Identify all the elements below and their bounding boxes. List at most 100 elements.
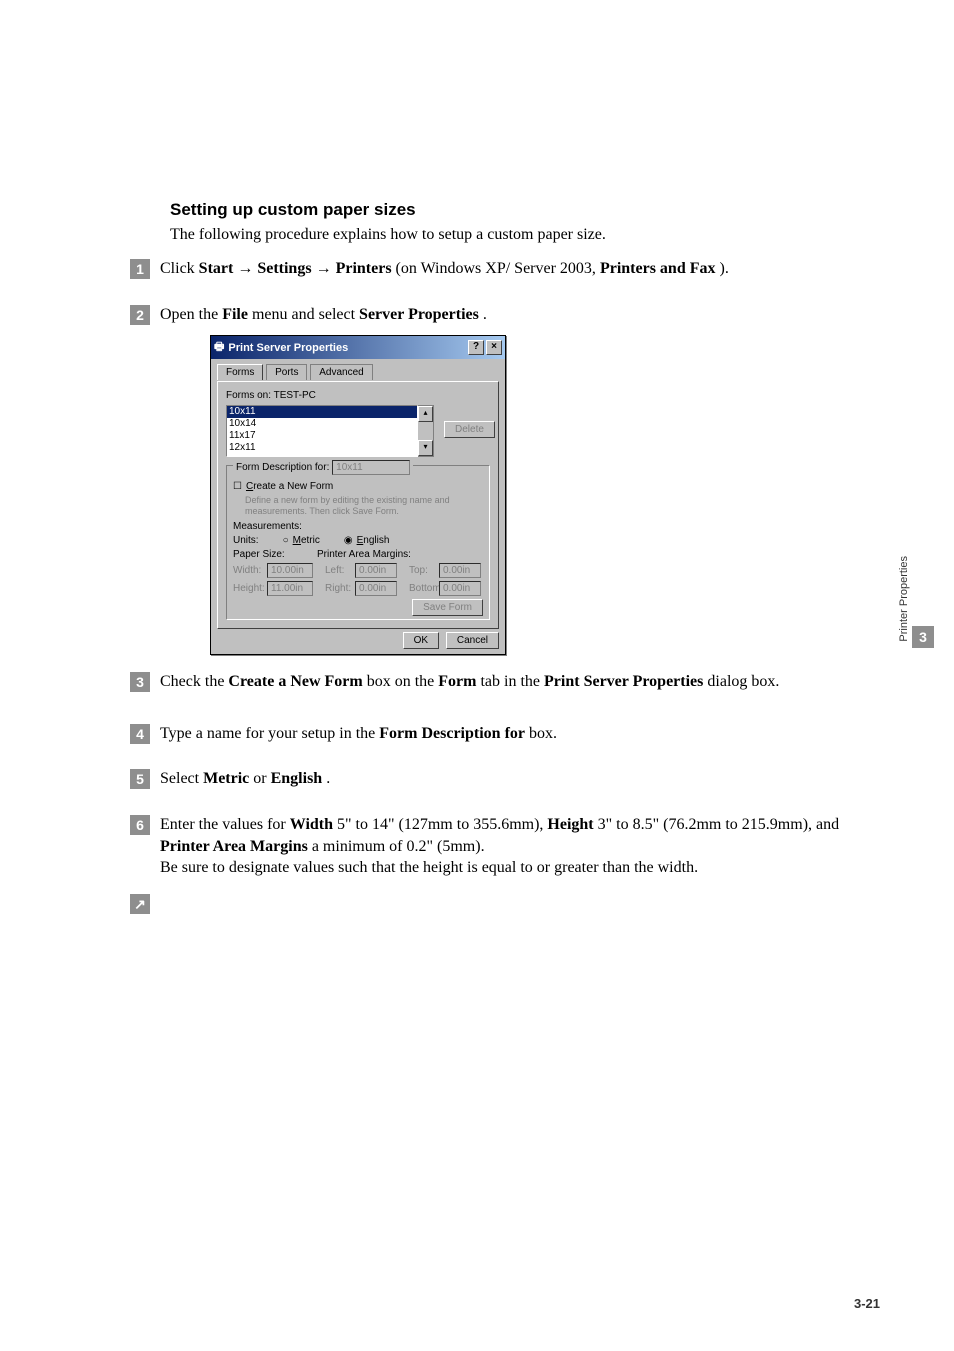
top-label: Top: bbox=[409, 565, 435, 576]
bold: Create a New Form bbox=[228, 673, 362, 690]
checkbox-create-new-form[interactable]: ☐ bbox=[233, 481, 242, 492]
text: ). bbox=[719, 260, 728, 277]
radio-english[interactable]: ◉ bbox=[344, 535, 353, 546]
bold: Print Server Properties bbox=[544, 673, 703, 690]
step-number: 1 bbox=[130, 259, 150, 279]
text: Click bbox=[160, 260, 199, 277]
left-field[interactable]: 0.00in bbox=[355, 563, 397, 578]
titlebar: 🖶 Print Server Properties ? × bbox=[211, 336, 505, 359]
help-button[interactable]: ? bbox=[468, 340, 484, 355]
close-button[interactable]: × bbox=[486, 340, 502, 355]
scroll-down-icon[interactable]: ▾ bbox=[418, 440, 433, 456]
right-field[interactable]: 0.00in bbox=[355, 581, 397, 596]
right-label: Right: bbox=[325, 583, 351, 594]
text: tab in the bbox=[480, 673, 544, 690]
text: Open the bbox=[160, 306, 222, 323]
create-new-form-label: Create a New Form bbox=[246, 481, 333, 492]
chapter-label: Printer Properties bbox=[896, 556, 912, 648]
arrow-icon: → bbox=[237, 260, 253, 277]
step-number: 5 bbox=[130, 769, 150, 789]
bottom-label: Bottom: bbox=[409, 583, 435, 594]
bold: Form Description for bbox=[379, 725, 525, 742]
top-field[interactable]: 0.00in bbox=[439, 563, 481, 578]
step-4: 4 Type a name for your setup in the Form… bbox=[130, 723, 880, 745]
step-number: 2 bbox=[130, 305, 150, 325]
bold: File bbox=[222, 306, 248, 323]
step-2: 2 Open the File menu and select Server P… bbox=[130, 304, 880, 326]
continue-icon: ↗ bbox=[130, 894, 150, 914]
text: box. bbox=[529, 725, 557, 742]
bold: Printers and Fax bbox=[600, 260, 716, 277]
text: . bbox=[483, 306, 487, 323]
step-5: 5 Select Metric or English . bbox=[130, 768, 880, 790]
text: 3" to 8.5" (76.2mm to 215.9mm), and bbox=[598, 816, 840, 833]
text: box on the bbox=[367, 673, 439, 690]
text: (on Windows XP/ Server 2003, bbox=[396, 260, 600, 277]
text: 5" to 14" (127mm to 355.6mm), bbox=[337, 816, 547, 833]
text: Type a name for your setup in the bbox=[160, 725, 379, 742]
bold: Server Properties bbox=[359, 306, 479, 323]
printer-margins-label: Printer Area Margins: bbox=[317, 549, 411, 560]
height-field[interactable]: 11.00in bbox=[267, 581, 313, 596]
text: Check the bbox=[160, 673, 228, 690]
print-server-properties-dialog: 🖶 Print Server Properties ? × Forms Port… bbox=[210, 335, 506, 655]
page-number: 3-21 bbox=[854, 1296, 880, 1311]
step-continue: ↗ bbox=[130, 893, 880, 914]
hint-text: Define a new form by editing the existin… bbox=[245, 495, 483, 517]
bold: Form bbox=[438, 673, 476, 690]
width-field[interactable]: 10.00in bbox=[267, 563, 313, 578]
section-intro: The following procedure explains how to … bbox=[170, 226, 880, 244]
step-number: 4 bbox=[130, 724, 150, 744]
save-form-button[interactable]: Save Form bbox=[412, 599, 483, 616]
width-label: Width: bbox=[233, 565, 263, 576]
bold: Width bbox=[290, 816, 333, 833]
form-description-field[interactable]: 10x11 bbox=[332, 460, 410, 475]
form-description-label: Form Description for: bbox=[236, 462, 329, 473]
step-6: 6 Enter the values for Width 5" to 14" (… bbox=[130, 814, 880, 879]
form-description-group: Form Description for: 10x11 ☐ Create a N… bbox=[226, 465, 490, 620]
text: . bbox=[326, 770, 330, 787]
section-heading: Setting up custom paper sizes bbox=[170, 200, 880, 220]
radio-metric[interactable]: ○ bbox=[283, 535, 289, 546]
cancel-button[interactable]: Cancel bbox=[446, 632, 499, 649]
tab-forms[interactable]: Forms bbox=[217, 364, 263, 380]
chapter-number: 3 bbox=[912, 626, 934, 648]
english-label: English bbox=[357, 535, 390, 546]
bold: Start bbox=[199, 260, 234, 277]
bold: Height bbox=[547, 816, 593, 833]
list-item[interactable]: 12x11 bbox=[227, 442, 417, 454]
bold: Settings bbox=[257, 260, 311, 277]
dialog-title: Print Server Properties bbox=[228, 342, 348, 354]
tab-ports[interactable]: Ports bbox=[266, 364, 307, 380]
bottom-field[interactable]: 0.00in bbox=[439, 581, 481, 596]
scroll-up-icon[interactable]: ▴ bbox=[418, 406, 433, 422]
text: dialog box. bbox=[707, 673, 779, 690]
text: Select bbox=[160, 770, 203, 787]
printer-icon: 🖶 bbox=[214, 338, 224, 357]
step-number: 3 bbox=[130, 672, 150, 692]
list-item[interactable]: 10x11 bbox=[227, 406, 417, 418]
forms-on-label: Forms on: TEST-PC bbox=[226, 390, 490, 401]
text: Enter the values for bbox=[160, 816, 290, 833]
ok-button[interactable]: OK bbox=[403, 632, 439, 649]
text: menu and select bbox=[252, 306, 359, 323]
measurements-label: Measurements: bbox=[233, 521, 483, 532]
step-1: 1 Click Start → Settings → Printers (on … bbox=[130, 258, 880, 280]
tab-panel-forms: Forms on: TEST-PC 10x11 10x14 11x17 12x1… bbox=[217, 381, 499, 629]
bold: Printer Area Margins bbox=[160, 838, 308, 855]
tab-advanced[interactable]: Advanced bbox=[310, 364, 372, 380]
arrow-icon: → bbox=[316, 260, 332, 277]
list-item[interactable]: 11x17 bbox=[227, 430, 417, 442]
text: a minimum of 0.2" (5mm). bbox=[312, 838, 485, 855]
text: Be sure to designate values such that th… bbox=[160, 859, 698, 876]
bold: Metric bbox=[203, 770, 249, 787]
bold: Printers bbox=[336, 260, 392, 277]
delete-button[interactable]: Delete bbox=[444, 421, 495, 438]
chapter-tab: Printer Properties 3 bbox=[896, 556, 934, 648]
bold: English bbox=[271, 770, 323, 787]
scrollbar[interactable]: ▴ ▾ bbox=[418, 405, 434, 457]
list-item[interactable]: 10x14 bbox=[227, 418, 417, 430]
text: or bbox=[253, 770, 270, 787]
step-number: 6 bbox=[130, 815, 150, 835]
forms-listbox[interactable]: 10x11 10x14 11x17 12x11 bbox=[226, 405, 418, 457]
